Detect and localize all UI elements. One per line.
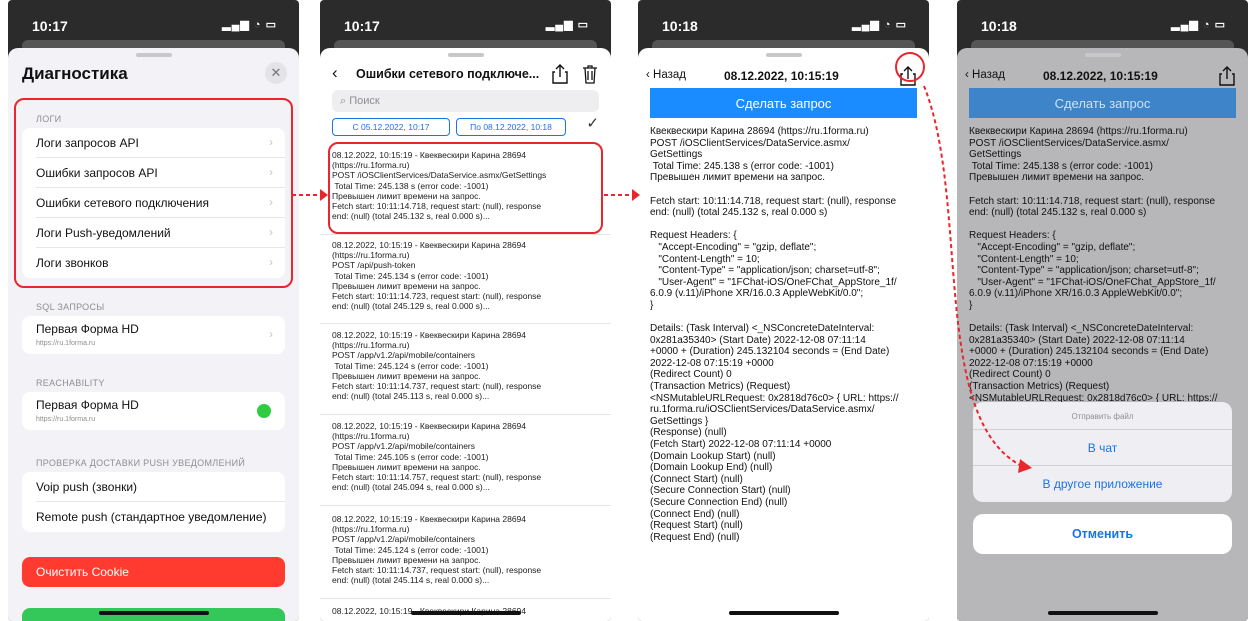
signal-wifi-battery-icon: ▂▄▆ ◔ ▭ xyxy=(852,19,907,31)
sql-item-url: https://ru.1forma.ru xyxy=(36,340,96,347)
back-chevron-icon: ‹ xyxy=(646,69,654,81)
highlight-frame xyxy=(328,142,603,234)
list-item[interactable]: 08.12.2022, 10:15:19 - Квеквескири Карин… xyxy=(332,330,599,401)
status-dot-icon xyxy=(257,404,271,418)
screen-network-errors: 10:17 ▂▄▆ ▭ ‹ Ошибки сетевого подключе..… xyxy=(320,0,611,621)
share-icon[interactable] xyxy=(551,64,569,84)
status-time: 10:17 xyxy=(344,18,380,34)
list-item[interactable]: 08.12.2022, 10:15:19 - Квеквескири Карин… xyxy=(332,421,599,492)
section-sql: SQL ЗАПРОСЫ xyxy=(36,302,105,312)
detail-sheet: ‹ Назад 08.12.2022, 10:15:19 Сделать зап… xyxy=(638,48,929,621)
clear-cookie-button[interactable]: Очистить Cookie xyxy=(22,557,285,587)
back-label: Назад xyxy=(653,69,686,81)
list-item[interactable]: 08.12.2022, 10:15:19 - Квеквескири Карин… xyxy=(332,514,599,585)
sql-group: Первая Форма HD https://ru.1forma.ru › xyxy=(22,316,285,354)
section-reachability: REACHABILITY xyxy=(36,378,105,388)
trash-icon[interactable] xyxy=(581,64,599,84)
reach-item-url: https://ru.1forma.ru xyxy=(36,416,96,423)
close-icon[interactable]: ✕ xyxy=(265,62,287,84)
page-title: Ошибки сетевого подключе... xyxy=(356,67,540,81)
status-time: 10:18 xyxy=(662,18,698,34)
status-bar: 10:18 ▂▄▆ ◔ ▭ xyxy=(957,0,1248,44)
divider xyxy=(320,598,611,599)
search-icon: ⌕ xyxy=(340,95,350,107)
highlight-frame xyxy=(14,98,293,288)
make-request-button[interactable]: Сделать запрос xyxy=(650,88,917,118)
diagnostics-sheet: Диагностика ✕ ЛОГИ Логи запросов API › Ош… xyxy=(8,48,299,621)
push-group: Voip push (звонки) Remote push (стандарт… xyxy=(22,472,285,532)
status-time: 10:17 xyxy=(32,18,68,34)
nav-bar: ‹ Ошибки сетевого подключе... xyxy=(320,57,611,91)
home-indicator xyxy=(728,611,839,615)
status-bar: 10:18 ▂▄▆ ◔ ▭ xyxy=(638,0,929,44)
flow-arrow-icon xyxy=(604,189,640,201)
sql-item[interactable]: Первая Форма HD https://ru.1forma.ru › xyxy=(36,316,285,354)
highlight-circle xyxy=(895,52,925,82)
status-bar: 10:17 ▂▄▆ ▭ xyxy=(320,0,611,44)
divider xyxy=(320,234,611,235)
divider xyxy=(320,414,611,415)
home-indicator xyxy=(1047,611,1158,615)
push-item-voip[interactable]: Voip push (звонки) xyxy=(36,472,285,502)
search-placeholder: Поиск xyxy=(349,95,380,107)
search-input[interactable]: ⌕ Поиск xyxy=(332,90,599,112)
page-title: Диагностика xyxy=(22,64,128,83)
reach-item-label: Первая Форма HD xyxy=(36,398,139,412)
signal-wifi-battery-icon: ▂▄▆ ▭ xyxy=(545,19,589,31)
home-indicator xyxy=(410,611,521,615)
divider xyxy=(320,505,611,506)
push-item-label: Remote push (стандартное уведомление) xyxy=(36,510,267,524)
request-detail-text: Квеквескири Карина 28694 (https://ru.1fo… xyxy=(650,126,899,543)
cancel-button[interactable]: Отменить xyxy=(973,514,1232,554)
checkmark-icon[interactable]: ✓ xyxy=(586,114,599,132)
home-indicator xyxy=(98,611,209,615)
section-push-check: ПРОВЕРКА ДОСТАВКИ PUSH УВЕДОМЛЕНИЙ xyxy=(36,458,246,468)
errors-sheet: ‹ Ошибки сетевого подключе... ⌕ Поиск С … xyxy=(320,48,611,621)
reach-group: Первая Форма HD https://ru.1forma.ru xyxy=(22,392,285,430)
screen-error-detail: 10:18 ▂▄▆ ◔ ▭ ‹ Назад 08.12.2022, 10:15:… xyxy=(638,0,929,621)
status-bar: 10:17 ▂▄▆ ◔ ▭ xyxy=(8,0,299,44)
date-to-button[interactable]: По 08.12.2022, 10:18 xyxy=(456,118,566,136)
page-title: 08.12.2022, 10:15:19 xyxy=(724,69,839,83)
list-item[interactable]: 08.12.2022, 10:15:19 - Квеквескири Карин… xyxy=(332,240,599,311)
screen-diagnostics: 10:17 ▂▄▆ ◔ ▭ Диагностика ✕ ЛОГИ Логи за… xyxy=(8,0,299,621)
signal-wifi-battery-icon: ▂▄▆ ◔ ▭ xyxy=(222,19,277,31)
reach-item[interactable]: Первая Форма HD https://ru.1forma.ru xyxy=(36,392,285,430)
sql-item-label: Первая Форма HD xyxy=(36,322,139,336)
status-time: 10:18 xyxy=(981,18,1017,34)
page-title: 08.12.2022, 10:15:19 xyxy=(1043,69,1158,83)
push-item-label: Voip push (звонки) xyxy=(36,480,138,494)
divider xyxy=(320,323,611,324)
signal-wifi-battery-icon: ▂▄▆ ◔ ▭ xyxy=(1171,19,1226,31)
flow-arrow-icon xyxy=(292,189,328,201)
back-chevron-icon[interactable]: ‹ xyxy=(332,63,338,83)
date-from-button[interactable]: С 05.12.2022, 10:17 xyxy=(332,118,450,136)
flow-arrow-curved-icon xyxy=(923,85,1032,473)
chevron-right-icon: › xyxy=(269,327,273,341)
sheet-grabber[interactable] xyxy=(135,53,172,57)
back-button[interactable]: ‹ Назад xyxy=(646,69,686,81)
push-item-remote[interactable]: Remote push (стандартное уведомление) xyxy=(36,502,285,532)
share-icon[interactable] xyxy=(1218,66,1236,86)
